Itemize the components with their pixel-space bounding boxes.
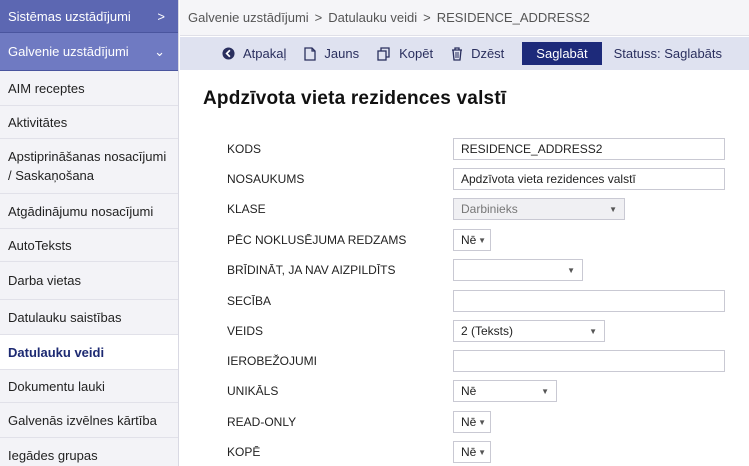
form-row-klase: KLASE Darbinieks ▼ bbox=[227, 197, 737, 221]
klase-select: Darbinieks ▼ bbox=[453, 198, 625, 220]
field-label: NOSAUKUMS bbox=[227, 172, 305, 186]
field-label: KODS bbox=[227, 142, 262, 156]
page-title: Apdzīvota vieta rezidences valstī bbox=[203, 88, 507, 109]
sidebar-group-main-settings[interactable]: Galvenie uzstādījumi ⌄ bbox=[0, 33, 178, 71]
redzams-select[interactable]: Nē ▼ bbox=[453, 229, 491, 251]
breadcrumb-separator: > bbox=[423, 10, 431, 25]
sidebar-item-dokumentu-lauki[interactable]: Dokumentu lauki bbox=[0, 370, 178, 403]
sidebar-item-label: Apstiprināšanas nosacījumi / Saskaņošana bbox=[8, 149, 167, 183]
chevron-down-icon: ▼ bbox=[589, 327, 597, 336]
sidebar-item-label: AutoTeksts bbox=[8, 237, 72, 253]
kope-value: Nē bbox=[461, 445, 477, 459]
form-row-kope: KOPĒ Nē ▼ bbox=[227, 440, 737, 464]
form-row-seciba: SECĪBA bbox=[227, 289, 737, 313]
field-label: BRĪDINĀT, JA NAV AIZPILDĪTS bbox=[227, 263, 396, 277]
bridinat-select[interactable]: ▼ bbox=[453, 259, 583, 281]
copy-icon bbox=[377, 46, 391, 61]
field-label: KLASE bbox=[227, 202, 266, 216]
form-row-veids: VEIDS 2 (Teksts) ▼ bbox=[227, 319, 737, 343]
sidebar-item-autoteksts[interactable]: AutoTeksts bbox=[0, 229, 178, 262]
field-label: PĒC NOKLUSĒJUMA REDZAMS bbox=[227, 233, 407, 247]
sidebar-item-darba-vietas[interactable]: Darba vietas bbox=[0, 262, 178, 300]
klase-value: Darbinieks bbox=[461, 202, 518, 216]
chevron-down-icon: ▼ bbox=[478, 448, 486, 457]
form-row-bridinat: BRĪDINĀT, JA NAV AIZPILDĪTS ▼ bbox=[227, 258, 737, 282]
redzams-value: Nē bbox=[461, 233, 477, 247]
sidebar-item-label: Datulauku saistības bbox=[8, 309, 122, 325]
field-label: VEIDS bbox=[227, 324, 264, 338]
form-row-nosaukums: NOSAUKUMS Apdzīvota vieta rezidences val… bbox=[227, 167, 737, 191]
field-label: READ-ONLY bbox=[227, 415, 297, 429]
chevron-down-icon: ▼ bbox=[567, 266, 575, 275]
form-row-readonly: READ-ONLY Nē ▼ bbox=[227, 410, 737, 434]
form-row-kods: KODS RESIDENCE_ADDRESS2 bbox=[227, 137, 737, 161]
kods-input[interactable]: RESIDENCE_ADDRESS2 bbox=[453, 138, 725, 160]
field-label: IEROBEŽOJUMI bbox=[227, 354, 318, 368]
nosaukums-input[interactable]: Apdzīvota vieta rezidences valstī bbox=[453, 168, 725, 190]
chevron-down-icon: ▼ bbox=[609, 205, 617, 214]
sidebar-item-label: Galvenās izvēlnes kārtība bbox=[8, 412, 157, 428]
sidebar-group-system-settings[interactable]: Sistēmas uzstādījumi > bbox=[0, 0, 178, 33]
sidebar-group-label: Galvenie uzstādījumi bbox=[8, 44, 129, 59]
form-row-unikals: UNIKĀLS Nē ▼ bbox=[227, 379, 737, 403]
sidebar-item-atgadinajumu[interactable]: Atgādinājumu nosacījumi bbox=[0, 194, 178, 229]
sidebar-item-label: Atgādinājumu nosacījumi bbox=[8, 203, 154, 219]
new-button[interactable]: Jauns bbox=[304, 46, 359, 61]
sidebar-item-label: AIM receptes bbox=[8, 80, 85, 96]
breadcrumb-item[interactable]: Datulauku veidi bbox=[328, 10, 417, 25]
form-row-redzams: PĒC NOKLUSĒJUMA REDZAMS Nē ▼ bbox=[227, 228, 737, 252]
sidebar-item-galvenas-izvelnes[interactable]: Galvenās izvēlnes kārtība bbox=[0, 403, 178, 438]
breadcrumb-item[interactable]: Galvenie uzstādījumi bbox=[188, 10, 309, 25]
copy-label: Kopēt bbox=[399, 46, 434, 61]
readonly-value: Nē bbox=[461, 415, 477, 429]
breadcrumb: Galvenie uzstādījumi > Datulauku veidi >… bbox=[180, 0, 749, 36]
back-button[interactable]: Atpakaļ bbox=[222, 46, 286, 61]
copy-button[interactable]: Kopēt bbox=[377, 46, 433, 61]
field-label: UNIKĀLS bbox=[227, 384, 279, 398]
sidebar-item-label: Aktivitātes bbox=[8, 114, 68, 130]
veids-select[interactable]: 2 (Teksts) ▼ bbox=[453, 320, 605, 342]
breadcrumb-separator: > bbox=[314, 10, 323, 25]
chevron-down-icon: ▼ bbox=[478, 418, 486, 427]
chevron-down-icon: ▼ bbox=[541, 387, 549, 396]
delete-button[interactable]: Dzēst bbox=[451, 46, 504, 61]
new-document-icon bbox=[304, 46, 317, 61]
status-text: Statuss: Saglabāts bbox=[613, 46, 723, 61]
save-button[interactable]: Saglabāt bbox=[522, 42, 602, 65]
new-label: Jauns bbox=[324, 46, 360, 61]
field-label: SECĪBA bbox=[227, 294, 272, 308]
sidebar-item-apstiprinasanas[interactable]: Apstiprināšanas nosacījumi / Saskaņošana bbox=[0, 139, 178, 194]
sidebar-item-label: Iegādes grupas bbox=[8, 447, 98, 463]
readonly-select[interactable]: Nē ▼ bbox=[453, 411, 491, 433]
sidebar-item-label: Dokumentu lauki bbox=[8, 378, 105, 394]
chevron-down-icon: ⌄ bbox=[154, 43, 165, 59]
sidebar-item-label: Datulauku veidi bbox=[8, 344, 105, 360]
sidebar-item-aktivitates[interactable]: Aktivitātes bbox=[0, 106, 178, 139]
sidebar-item-iegades-grupas[interactable]: Iegādes grupas bbox=[0, 438, 178, 466]
breadcrumb-item-current: RESIDENCE_ADDRESS2 bbox=[436, 10, 590, 25]
ierobezojumi-input[interactable] bbox=[453, 350, 725, 372]
field-label: KOPĒ bbox=[227, 445, 261, 459]
sidebar-group-label: Sistēmas uzstādījumi bbox=[8, 8, 131, 24]
sidebar-item-aim-receptes[interactable]: AIM receptes bbox=[0, 71, 178, 106]
sidebar-item-datulauku-saistibas[interactable]: Datulauku saistības bbox=[0, 300, 178, 335]
delete-label: Dzēst bbox=[471, 46, 505, 61]
chevron-down-icon: ▼ bbox=[478, 236, 486, 245]
sidebar-item-label: Darba vietas bbox=[8, 273, 81, 288]
sidebar: Sistēmas uzstādījumi > Galvenie uzstādīj… bbox=[0, 0, 179, 466]
form-row-ierobezojumi: IEROBEŽOJUMI bbox=[227, 349, 737, 373]
arrow-left-circle-icon bbox=[222, 47, 235, 60]
sidebar-item-datulauku-veidi[interactable]: Datulauku veidi bbox=[0, 335, 178, 370]
veids-value: 2 (Teksts) bbox=[461, 324, 514, 338]
unikals-value: Nē bbox=[461, 384, 477, 398]
back-label: Atpakaļ bbox=[243, 46, 287, 61]
unikals-select[interactable]: Nē ▼ bbox=[453, 380, 557, 402]
chevron-right-icon: > bbox=[157, 8, 165, 24]
seciba-input[interactable] bbox=[453, 290, 725, 312]
kope-select[interactable]: Nē ▼ bbox=[453, 441, 491, 463]
toolbar: Atpakaļ Jauns Kopēt Dzēst Saglabāt Statu… bbox=[180, 37, 749, 70]
trash-icon bbox=[451, 46, 463, 61]
